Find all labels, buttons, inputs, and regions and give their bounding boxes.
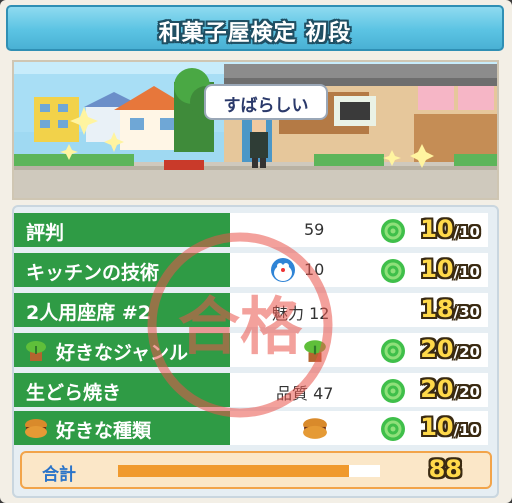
title-bar: 和菓子屋検定 初段 xyxy=(6,5,504,51)
dorayaki-icon xyxy=(25,419,47,438)
stat-label-cell: 好きなジャンル xyxy=(14,333,230,367)
stat-label: 好きなジャンル xyxy=(56,342,189,364)
stat-value: 魅力 12 xyxy=(272,304,330,323)
stat-label-cell: 好きな種類 xyxy=(14,411,230,445)
target-icon xyxy=(381,259,405,283)
score-max: /10 xyxy=(453,421,480,439)
score-max: /20 xyxy=(453,383,480,401)
speech-bubble: すばらしい xyxy=(204,84,328,120)
page-title: 和菓子屋検定 初段 xyxy=(158,21,352,46)
score-number: 18 xyxy=(420,295,454,323)
stat-value-cell: 品質 47 20/20 xyxy=(230,373,488,407)
stat-label: 2人用座席 #2 xyxy=(26,302,151,324)
score-number: 20 xyxy=(420,335,454,363)
stat-label-cell: 2人用座席 #2 xyxy=(14,293,230,327)
score-value: 10/10 xyxy=(420,413,480,441)
stat-value-cell: 魅力 12 18/30 xyxy=(230,293,488,327)
stat-value-cell: 10 10/10 xyxy=(230,253,488,287)
score-value: 10/10 xyxy=(420,255,480,283)
stat-row: 2人用座席 #2 魅力 12 18/30 xyxy=(14,293,488,327)
score-max: /20 xyxy=(453,343,480,361)
stat-row: 好きな種類 10/10 xyxy=(14,411,488,445)
stat-label: 好きな種類 xyxy=(56,420,152,442)
total-label: 合計 xyxy=(42,465,76,485)
result-window: 和菓子屋検定 初段 すばらしい 評判 59 10/10 キッチンの技術 10 1… xyxy=(0,0,512,503)
robot-cat-face-icon xyxy=(271,258,295,282)
stat-label-cell: キッチンの技術 xyxy=(14,253,230,287)
score-value: 18/30 xyxy=(420,295,480,323)
target-icon xyxy=(381,219,405,243)
score-number: 10 xyxy=(420,413,454,441)
total-progress-fill xyxy=(118,465,349,477)
stat-row: 評判 59 10/10 xyxy=(14,213,488,247)
stat-label: 評判 xyxy=(26,222,65,244)
target-icon xyxy=(381,339,405,363)
stat-value: 59 xyxy=(304,220,325,239)
score-value: 20/20 xyxy=(420,375,480,403)
score-max: /30 xyxy=(453,303,480,321)
score-max: /10 xyxy=(453,223,480,241)
stat-label-cell: 生どら焼き xyxy=(14,373,230,407)
score-number: 10 xyxy=(420,255,454,283)
stat-row: 生どら焼き 品質 47 20/20 xyxy=(14,373,488,407)
stat-value-cell: 59 10/10 xyxy=(230,213,488,247)
stat-label: 生どら焼き xyxy=(26,382,122,404)
total-value: 88 xyxy=(428,455,462,483)
stat-value: 10 xyxy=(304,260,325,279)
stat-value-cell: 20/20 xyxy=(230,333,488,367)
stat-value-cell: 10/10 xyxy=(230,411,488,445)
plant-icon xyxy=(304,340,326,362)
town-scene-art xyxy=(14,62,497,198)
plant-icon xyxy=(26,341,46,361)
stat-row: 好きなジャンル 20/20 xyxy=(14,333,488,367)
score-value: 10/10 xyxy=(420,215,480,243)
stat-row: キッチンの技術 10 10/10 xyxy=(14,253,488,287)
dorayaki-icon xyxy=(303,418,327,439)
stat-value: 品質 47 xyxy=(276,384,334,403)
stat-label: キッチンの技術 xyxy=(26,262,160,284)
total-bar: 合計 88 xyxy=(20,451,492,489)
score-number: 20 xyxy=(420,375,454,403)
stat-label-cell: 評判 xyxy=(14,213,230,247)
score-number: 10 xyxy=(420,215,454,243)
speech-text: すばらしい xyxy=(223,96,309,116)
town-scene: すばらしい xyxy=(12,60,499,200)
target-icon xyxy=(381,379,405,403)
target-icon xyxy=(381,417,405,441)
score-value: 20/20 xyxy=(420,335,480,363)
score-max: /10 xyxy=(453,263,480,281)
total-progress-track xyxy=(118,465,380,477)
